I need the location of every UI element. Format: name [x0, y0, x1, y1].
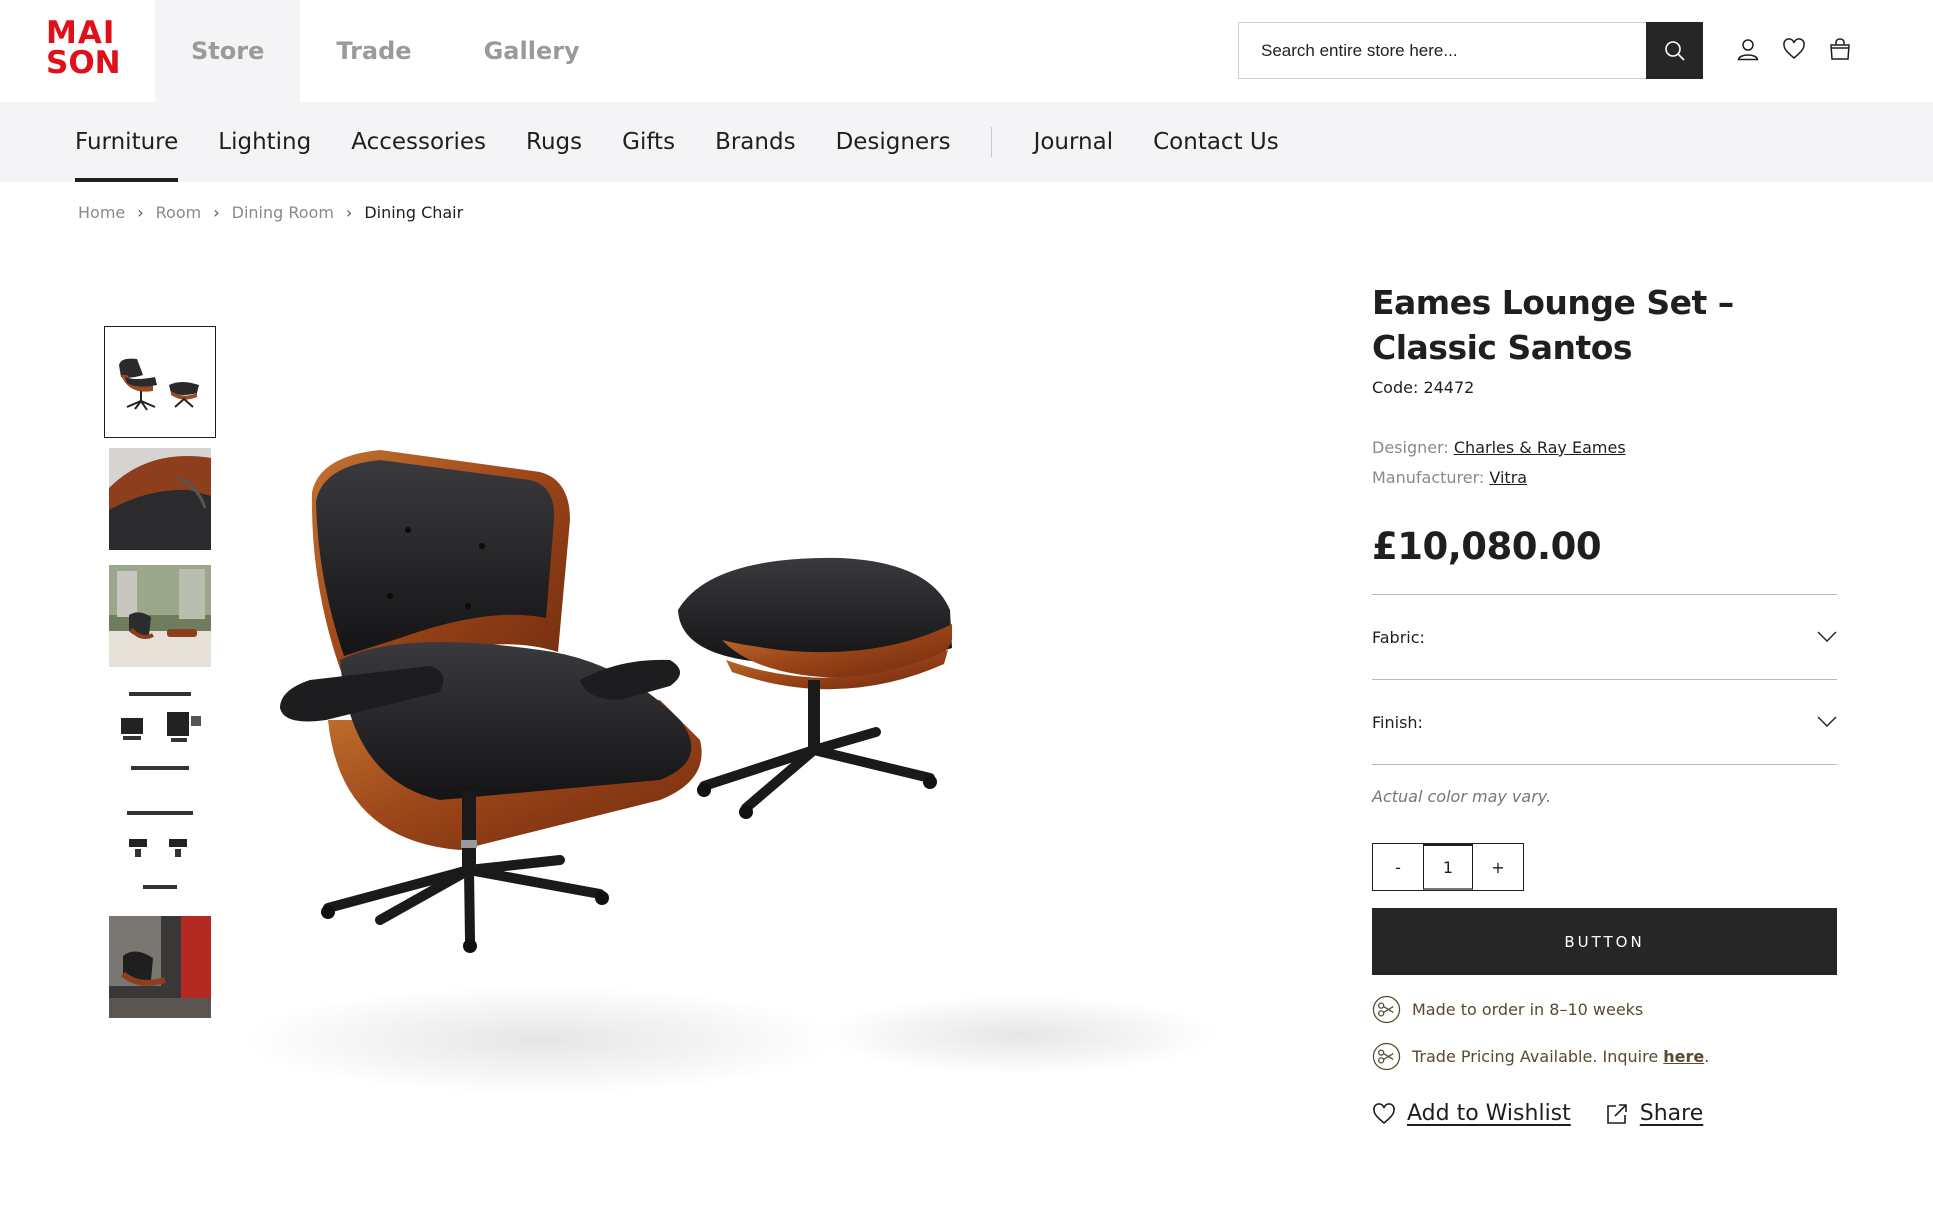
designer-link[interactable]: Charles & Ray Eames [1454, 438, 1626, 457]
ottoman-dimensions-thumbnail [109, 799, 211, 901]
category-accessories[interactable]: Accessories [351, 102, 486, 182]
trade-pricing-prefix: Trade Pricing Available. Inquire [1412, 1047, 1664, 1066]
room-scene-thumbnail [109, 565, 211, 667]
designer-label: Designer: [1372, 438, 1449, 457]
breadcrumb-dining-chair: Dining Chair [364, 203, 464, 222]
chevron-right-icon: › [213, 203, 220, 222]
wishlist-header-button[interactable] [1781, 36, 1807, 62]
thumbnail-6[interactable] [104, 911, 216, 1023]
breadcrumb-dining-room[interactable]: Dining Room [232, 203, 334, 222]
product-price: £10,080.00 [1372, 525, 1602, 568]
logo-line-2: SON [46, 45, 121, 81]
bag-icon [1830, 38, 1850, 60]
heart-icon [1783, 38, 1805, 59]
nav-contact-us[interactable]: Contact Us [1153, 102, 1279, 182]
breadcrumb-room[interactable]: Room [156, 203, 202, 222]
brand-logo[interactable]: MAI SON [46, 18, 122, 80]
category-designers[interactable]: Designers [836, 102, 951, 182]
lifestyle-thumbnail [109, 916, 211, 1018]
nav-journal[interactable]: Journal [1034, 102, 1114, 182]
thumbnail-3[interactable] [104, 560, 216, 672]
category-divider [990, 127, 992, 157]
color-disclaimer: Actual color may vary. [1372, 787, 1552, 806]
trade-pricing-suffix: . [1704, 1047, 1710, 1066]
add-to-cart-button[interactable]: BUTTON [1372, 908, 1837, 975]
chevron-right-icon: › [345, 203, 353, 222]
lounge-set-thumbnail [109, 331, 211, 433]
quantity-input[interactable] [1423, 844, 1473, 890]
thumbnail-2[interactable] [104, 443, 216, 555]
chevron-right-icon: › [137, 203, 144, 222]
product-code: Code: 24472 [1372, 378, 1475, 397]
heart-icon [1373, 1102, 1395, 1124]
quantity-stepper: - + [1372, 843, 1524, 891]
breadcrumb-home[interactable]: Home [78, 203, 125, 222]
account-button[interactable] [1735, 36, 1761, 62]
product-meta: Designer: Charles & Ray Eames Manufactur… [1372, 433, 1837, 493]
logo-line-1: MAI [46, 15, 116, 51]
lead-time-row: Made to order in 8–10 weeks [1372, 995, 1837, 1024]
manufacturer-link[interactable]: Vitra [1489, 468, 1527, 487]
cart-button[interactable] [1827, 36, 1853, 62]
product-details: Eames Lounge Set – Classic Santos Code: … [1372, 280, 1837, 1126]
wishlist-label: Add to Wishlist [1407, 1101, 1571, 1126]
chevron-down-icon [1817, 716, 1837, 727]
topnav-trade[interactable]: Trade [300, 0, 447, 102]
finish-label: Finish: [1372, 712, 1423, 732]
designer-row: Designer: Charles & Ray Eames [1372, 433, 1837, 463]
quantity-increase-button[interactable]: + [1473, 844, 1523, 890]
category-lighting[interactable]: Lighting [218, 102, 311, 182]
product-options: Fabric: Finish: [1372, 594, 1837, 765]
search-icon [1664, 40, 1685, 61]
lead-time-text: Made to order in 8–10 weeks [1412, 1000, 1644, 1019]
category-nav: Furniture Lighting Accessories Rugs Gift… [75, 102, 1319, 182]
product-actions: Add to Wishlist Share [1372, 1101, 1837, 1126]
chevron-down-icon [1817, 631, 1837, 642]
topnav-gallery[interactable]: Gallery [448, 0, 616, 102]
share-label: Share [1639, 1101, 1704, 1126]
category-bar: Furniture Lighting Accessories Rugs Gift… [0, 102, 1933, 182]
category-gifts[interactable]: Gifts [622, 102, 675, 182]
category-furniture[interactable]: Furniture [75, 102, 179, 182]
trade-pricing-row: Trade Pricing Available. Inquire here. [1372, 1042, 1837, 1071]
topnav-store[interactable]: Store [155, 0, 301, 102]
share-button[interactable]: Share [1605, 1101, 1704, 1126]
finish-dropdown[interactable]: Finish: [1372, 680, 1837, 765]
chair-dimensions-thumbnail [109, 682, 211, 784]
trade-pricing-link[interactable]: here [1663, 1047, 1704, 1066]
top-header: MAI SON Store Trade Gallery [0, 0, 1933, 102]
thumbnail-5[interactable] [104, 794, 216, 906]
manufacturer-label: Manufacturer: [1372, 468, 1485, 487]
fabric-label: Fabric: [1372, 627, 1425, 647]
category-rugs[interactable]: Rugs [526, 102, 582, 182]
chair-detail-thumbnail [109, 448, 211, 550]
header-icons [1735, 36, 1853, 62]
scissors-icon [1372, 1042, 1401, 1071]
search-bar [1238, 22, 1703, 79]
share-icon [1606, 1103, 1627, 1124]
trade-pricing-text: Trade Pricing Available. Inquire here. [1412, 1047, 1709, 1066]
top-nav: Store Trade Gallery [155, 0, 616, 102]
fabric-dropdown[interactable]: Fabric: [1372, 595, 1837, 680]
product-hero-image[interactable] [240, 280, 1240, 1120]
thumbnail-4[interactable] [104, 677, 216, 789]
scissors-icon [1372, 995, 1401, 1024]
search-button[interactable] [1646, 22, 1703, 79]
breadcrumb: Home › Room › Dining Room › Dining Chair [78, 203, 463, 222]
manufacturer-row: Manufacturer: Vitra [1372, 463, 1837, 493]
quantity-decrease-button[interactable]: - [1373, 844, 1423, 890]
thumbnail-1[interactable] [104, 326, 216, 438]
search-input[interactable] [1238, 22, 1646, 79]
product-title: Eames Lounge Set – Classic Santos [1372, 283, 1734, 367]
thumbnail-list [104, 326, 216, 1028]
add-to-wishlist-button[interactable]: Add to Wishlist [1372, 1101, 1571, 1126]
category-brands[interactable]: Brands [715, 102, 796, 182]
user-icon [1737, 39, 1759, 61]
